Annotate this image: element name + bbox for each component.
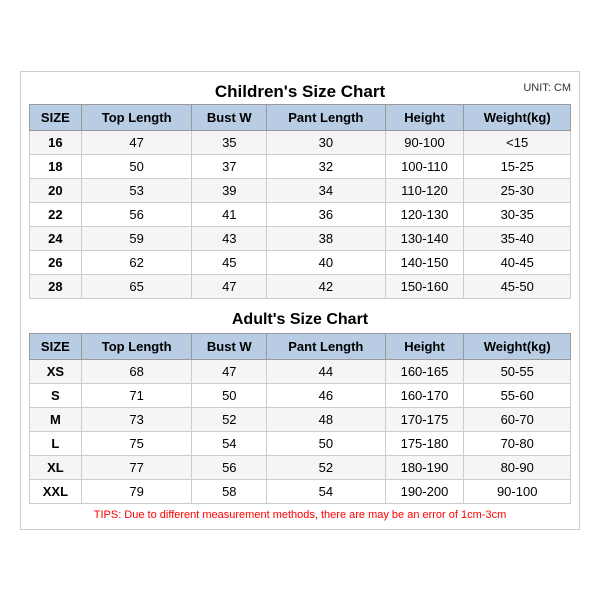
table-row: 26624540140-15040-45 (30, 250, 571, 274)
children-col-height: Height (385, 104, 464, 130)
adults-header-row: SIZE Top Length Bust W Pant Length Heigh… (30, 333, 571, 359)
table-row: L755450175-18070-80 (30, 431, 571, 455)
children-col-pant-length: Pant Length (267, 104, 385, 130)
children-col-top-length: Top Length (81, 104, 192, 130)
adults-table: SIZE Top Length Bust W Pant Length Heigh… (29, 333, 571, 504)
table-row: M735248170-17560-70 (30, 407, 571, 431)
table-row: XL775652180-19080-90 (30, 455, 571, 479)
tips-text: TIPS: Due to different measurement metho… (29, 509, 571, 521)
adults-title: Adult's Size Chart (29, 303, 571, 333)
children-col-size: SIZE (30, 104, 82, 130)
adults-col-weight: Weight(kg) (464, 333, 571, 359)
table-row: 28654742150-16045-50 (30, 274, 571, 298)
table-row: 22564136120-13030-35 (30, 202, 571, 226)
children-col-bust: Bust W (192, 104, 267, 130)
children-header-row: SIZE Top Length Bust W Pant Length Heigh… (30, 104, 571, 130)
children-title-text: Children's Size Chart (215, 82, 385, 101)
adults-col-size: SIZE (30, 333, 82, 359)
children-title: Children's Size Chart UNIT: CM (29, 82, 571, 102)
children-col-weight: Weight(kg) (464, 104, 571, 130)
table-row: XS684744160-16550-55 (30, 359, 571, 383)
table-row: 24594338130-14035-40 (30, 226, 571, 250)
unit-label: UNIT: CM (523, 82, 571, 94)
adults-col-bust: Bust W (192, 333, 267, 359)
table-row: S715046160-17055-60 (30, 383, 571, 407)
children-table: SIZE Top Length Bust W Pant Length Heigh… (29, 104, 571, 299)
adults-col-top-length: Top Length (81, 333, 192, 359)
table-row: 20533934110-12025-30 (30, 178, 571, 202)
adults-col-pant-length: Pant Length (267, 333, 385, 359)
adults-col-height: Height (385, 333, 464, 359)
table-row: 18503732100-11015-25 (30, 154, 571, 178)
chart-container: Children's Size Chart UNIT: CM SIZE Top … (20, 71, 580, 530)
table-row: 1647353090-100<15 (30, 130, 571, 154)
table-row: XXL795854190-20090-100 (30, 479, 571, 503)
